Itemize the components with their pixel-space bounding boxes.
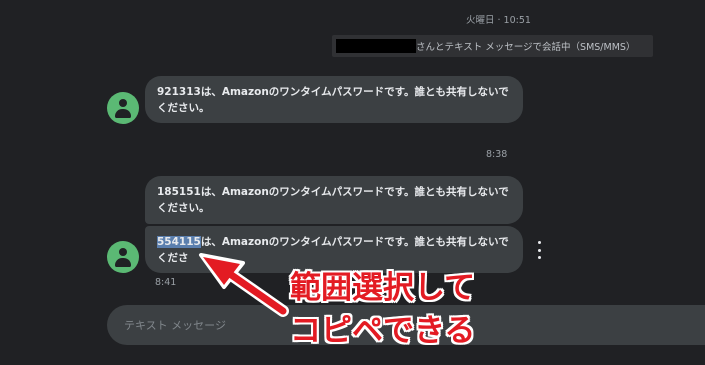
messages-screen: 火曜日 · 10:51 さんとテキスト メッセージで会話中（SMS/MMS） 9… (0, 0, 705, 365)
annotation-line-2: コピペできる (290, 313, 476, 349)
annotation-line-1: 範囲選択して (290, 270, 476, 306)
